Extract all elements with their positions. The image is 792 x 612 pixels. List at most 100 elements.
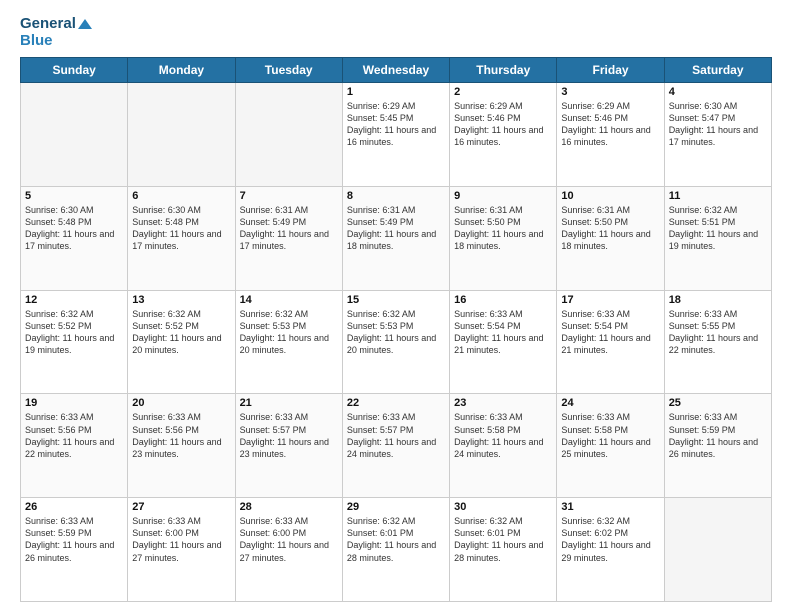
calendar-cell	[664, 498, 771, 602]
calendar-cell: 6 Sunrise: 6:30 AM Sunset: 5:48 PM Daylig…	[128, 186, 235, 290]
weekday-saturday: Saturday	[664, 58, 771, 83]
day-info: Sunrise: 6:31 AM Sunset: 5:50 PM Dayligh…	[454, 204, 552, 253]
calendar-cell	[128, 83, 235, 187]
day-info: Sunrise: 6:33 AM Sunset: 5:59 PM Dayligh…	[25, 515, 123, 564]
weekday-tuesday: Tuesday	[235, 58, 342, 83]
page: General Blue SundayMondayTuesdayWednesda…	[0, 0, 792, 612]
day-number: 24	[561, 397, 659, 409]
day-info: Sunrise: 6:30 AM Sunset: 5:47 PM Dayligh…	[669, 100, 767, 149]
weekday-monday: Monday	[128, 58, 235, 83]
day-number: 30	[454, 501, 552, 513]
calendar-cell	[235, 83, 342, 187]
calendar-table: SundayMondayTuesdayWednesdayThursdayFrid…	[20, 57, 772, 602]
logo-text: General Blue	[20, 16, 92, 49]
calendar-cell: 3 Sunrise: 6:29 AM Sunset: 5:46 PM Daylig…	[557, 83, 664, 187]
day-info: Sunrise: 6:33 AM Sunset: 5:58 PM Dayligh…	[454, 411, 552, 460]
header: General Blue	[20, 16, 772, 49]
day-number: 23	[454, 397, 552, 409]
calendar-cell: 18 Sunrise: 6:33 AM Sunset: 5:55 PM Dayli…	[664, 290, 771, 394]
calendar-cell: 17Sunrise: 6:33 AM Sunset: 5:54 PM Dayli…	[557, 290, 664, 394]
day-number: 4	[669, 86, 767, 98]
day-info: Sunrise: 6:32 AM Sunset: 5:51 PM Dayligh…	[669, 204, 767, 253]
calendar-cell: 23 Sunrise: 6:33 AM Sunset: 5:58 PM Dayli…	[450, 394, 557, 498]
week-row-1: 1 Sunrise: 6:29 AM Sunset: 5:45 PM Daylig…	[21, 83, 772, 187]
day-number: 5	[25, 190, 123, 202]
day-info: Sunrise: 6:32 AM Sunset: 5:52 PM Dayligh…	[132, 308, 230, 357]
weekday-header-row: SundayMondayTuesdayWednesdayThursdayFrid…	[21, 58, 772, 83]
calendar-cell: 8 Sunrise: 6:31 AM Sunset: 5:49 PM Daylig…	[342, 186, 449, 290]
day-number: 10	[561, 190, 659, 202]
day-number: 14	[240, 294, 338, 306]
day-info: Sunrise: 6:29 AM Sunset: 5:46 PM Dayligh…	[454, 100, 552, 149]
calendar-cell: 20 Sunrise: 6:33 AM Sunset: 5:56 PM Dayli…	[128, 394, 235, 498]
calendar-cell: 19 Sunrise: 6:33 AM Sunset: 5:56 PM Dayli…	[21, 394, 128, 498]
weekday-sunday: Sunday	[21, 58, 128, 83]
day-info: Sunrise: 6:31 AM Sunset: 5:49 PM Dayligh…	[347, 204, 445, 253]
calendar-cell: 31Sunrise: 6:32 AM Sunset: 6:02 PM Dayli…	[557, 498, 664, 602]
day-number: 21	[240, 397, 338, 409]
day-info: Sunrise: 6:33 AM Sunset: 5:57 PM Dayligh…	[347, 411, 445, 460]
day-number: 3	[561, 86, 659, 98]
day-number: 28	[240, 501, 338, 513]
calendar-cell: 27 Sunrise: 6:33 AM Sunset: 6:00 PM Dayli…	[128, 498, 235, 602]
day-number: 6	[132, 190, 230, 202]
day-number: 18	[669, 294, 767, 306]
day-number: 8	[347, 190, 445, 202]
day-info: Sunrise: 6:30 AM Sunset: 5:48 PM Dayligh…	[132, 204, 230, 253]
day-info: Sunrise: 6:31 AM Sunset: 5:50 PM Dayligh…	[561, 204, 659, 253]
calendar-cell: 4 Sunrise: 6:30 AM Sunset: 5:47 PM Daylig…	[664, 83, 771, 187]
calendar-cell: 30 Sunrise: 6:32 AM Sunset: 6:01 PM Dayli…	[450, 498, 557, 602]
day-info: Sunrise: 6:33 AM Sunset: 5:58 PM Dayligh…	[561, 411, 659, 460]
day-number: 16	[454, 294, 552, 306]
day-number: 13	[132, 294, 230, 306]
day-info: Sunrise: 6:33 AM Sunset: 5:56 PM Dayligh…	[132, 411, 230, 460]
day-info: Sunrise: 6:32 AM Sunset: 6:01 PM Dayligh…	[454, 515, 552, 564]
logo-general: General	[20, 16, 92, 33]
day-number: 22	[347, 397, 445, 409]
day-number: 17	[561, 294, 659, 306]
calendar-cell: 26Sunrise: 6:33 AM Sunset: 5:59 PM Dayli…	[21, 498, 128, 602]
calendar-cell: 10 Sunrise: 6:31 AM Sunset: 5:50 PM Dayli…	[557, 186, 664, 290]
day-info: Sunrise: 6:29 AM Sunset: 5:46 PM Dayligh…	[561, 100, 659, 149]
weekday-wednesday: Wednesday	[342, 58, 449, 83]
week-row-3: 12 Sunrise: 6:32 AM Sunset: 5:52 PM Dayli…	[21, 290, 772, 394]
day-number: 27	[132, 501, 230, 513]
calendar-cell: 9 Sunrise: 6:31 AM Sunset: 5:50 PM Daylig…	[450, 186, 557, 290]
day-info: Sunrise: 6:32 AM Sunset: 5:52 PM Dayligh…	[25, 308, 123, 357]
calendar-cell: 11 Sunrise: 6:32 AM Sunset: 5:51 PM Dayli…	[664, 186, 771, 290]
day-number: 9	[454, 190, 552, 202]
calendar-cell: 1 Sunrise: 6:29 AM Sunset: 5:45 PM Daylig…	[342, 83, 449, 187]
calendar-cell: 7 Sunrise: 6:31 AM Sunset: 5:49 PM Daylig…	[235, 186, 342, 290]
calendar-cell: 25Sunrise: 6:33 AM Sunset: 5:59 PM Dayli…	[664, 394, 771, 498]
week-row-4: 19 Sunrise: 6:33 AM Sunset: 5:56 PM Dayli…	[21, 394, 772, 498]
day-info: Sunrise: 6:33 AM Sunset: 5:55 PM Dayligh…	[669, 308, 767, 357]
day-number: 20	[132, 397, 230, 409]
day-info: Sunrise: 6:33 AM Sunset: 6:00 PM Dayligh…	[132, 515, 230, 564]
calendar-cell: 24 Sunrise: 6:33 AM Sunset: 5:58 PM Dayli…	[557, 394, 664, 498]
day-info: Sunrise: 6:32 AM Sunset: 5:53 PM Dayligh…	[240, 308, 338, 357]
day-info: Sunrise: 6:31 AM Sunset: 5:49 PM Dayligh…	[240, 204, 338, 253]
day-number: 11	[669, 190, 767, 202]
calendar-cell: 15Sunrise: 6:32 AM Sunset: 5:53 PM Dayli…	[342, 290, 449, 394]
calendar-cell: 29 Sunrise: 6:32 AM Sunset: 6:01 PM Dayli…	[342, 498, 449, 602]
day-number: 19	[25, 397, 123, 409]
day-number: 29	[347, 501, 445, 513]
calendar-cell: 13 Sunrise: 6:32 AM Sunset: 5:52 PM Dayli…	[128, 290, 235, 394]
day-info: Sunrise: 6:33 AM Sunset: 5:59 PM Dayligh…	[669, 411, 767, 460]
day-info: Sunrise: 6:33 AM Sunset: 5:57 PM Dayligh…	[240, 411, 338, 460]
calendar-body: 1 Sunrise: 6:29 AM Sunset: 5:45 PM Daylig…	[21, 83, 772, 602]
day-info: Sunrise: 6:32 AM Sunset: 6:01 PM Dayligh…	[347, 515, 445, 564]
day-number: 12	[25, 294, 123, 306]
day-number: 7	[240, 190, 338, 202]
weekday-friday: Friday	[557, 58, 664, 83]
day-number: 31	[561, 501, 659, 513]
calendar-cell: 28Sunrise: 6:33 AM Sunset: 6:00 PM Dayli…	[235, 498, 342, 602]
week-row-5: 26Sunrise: 6:33 AM Sunset: 5:59 PM Dayli…	[21, 498, 772, 602]
day-number: 15	[347, 294, 445, 306]
day-number: 1	[347, 86, 445, 98]
day-info: Sunrise: 6:29 AM Sunset: 5:45 PM Dayligh…	[347, 100, 445, 149]
logo-blue: Blue	[20, 33, 92, 50]
day-info: Sunrise: 6:33 AM Sunset: 5:56 PM Dayligh…	[25, 411, 123, 460]
calendar-cell: 12 Sunrise: 6:32 AM Sunset: 5:52 PM Dayli…	[21, 290, 128, 394]
calendar-cell: 2Sunrise: 6:29 AM Sunset: 5:46 PM Daylig…	[450, 83, 557, 187]
